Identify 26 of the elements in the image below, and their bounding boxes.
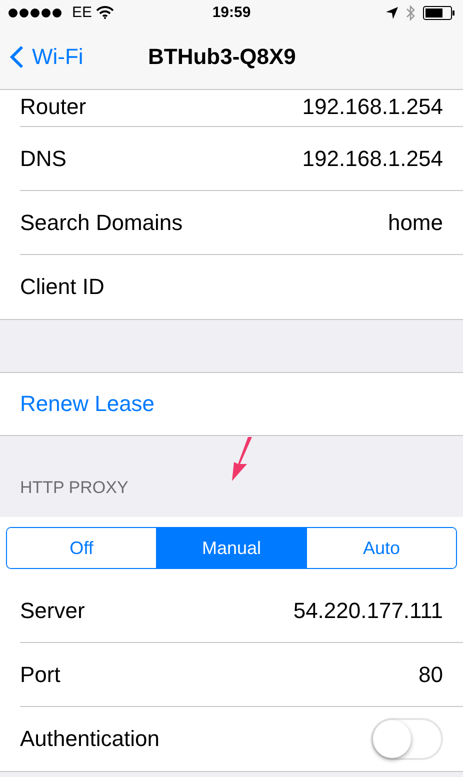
row-label: Authentication — [20, 726, 160, 752]
row-value: home — [388, 210, 443, 236]
row-label: Port — [20, 662, 60, 688]
battery-icon — [423, 6, 455, 20]
row-value: 80 — [418, 662, 443, 688]
bluetooth-icon — [406, 4, 415, 20]
row-label: Router — [20, 94, 86, 120]
toggle-switch[interactable] — [371, 718, 443, 760]
row-value: 192.168.1.254 — [302, 94, 443, 120]
nav-title: BTHub3-Q8X9 — [148, 44, 296, 70]
segment-button[interactable]: Manual — [156, 528, 306, 568]
row-value: 54.220.177.111 — [293, 598, 443, 624]
clock: 19:59 — [212, 4, 251, 21]
row-label: Server — [20, 598, 85, 624]
row-label: Search Domains — [20, 210, 183, 236]
back-button[interactable]: Wi-Fi — [0, 43, 90, 71]
location-arrow-icon — [386, 6, 398, 18]
renew-lease-button[interactable]: Renew Lease — [0, 373, 463, 436]
carrier-name: EE — [72, 4, 92, 21]
row-value: 192.168.1.254 — [302, 146, 443, 172]
chevron-left-icon — [10, 45, 24, 69]
segment-button[interactable]: Auto — [306, 528, 456, 568]
row-label: Client ID — [20, 274, 104, 300]
row-label: DNS — [20, 146, 66, 172]
wifi-icon — [96, 6, 114, 19]
section-header: HTTP PROXY — [20, 478, 128, 498]
